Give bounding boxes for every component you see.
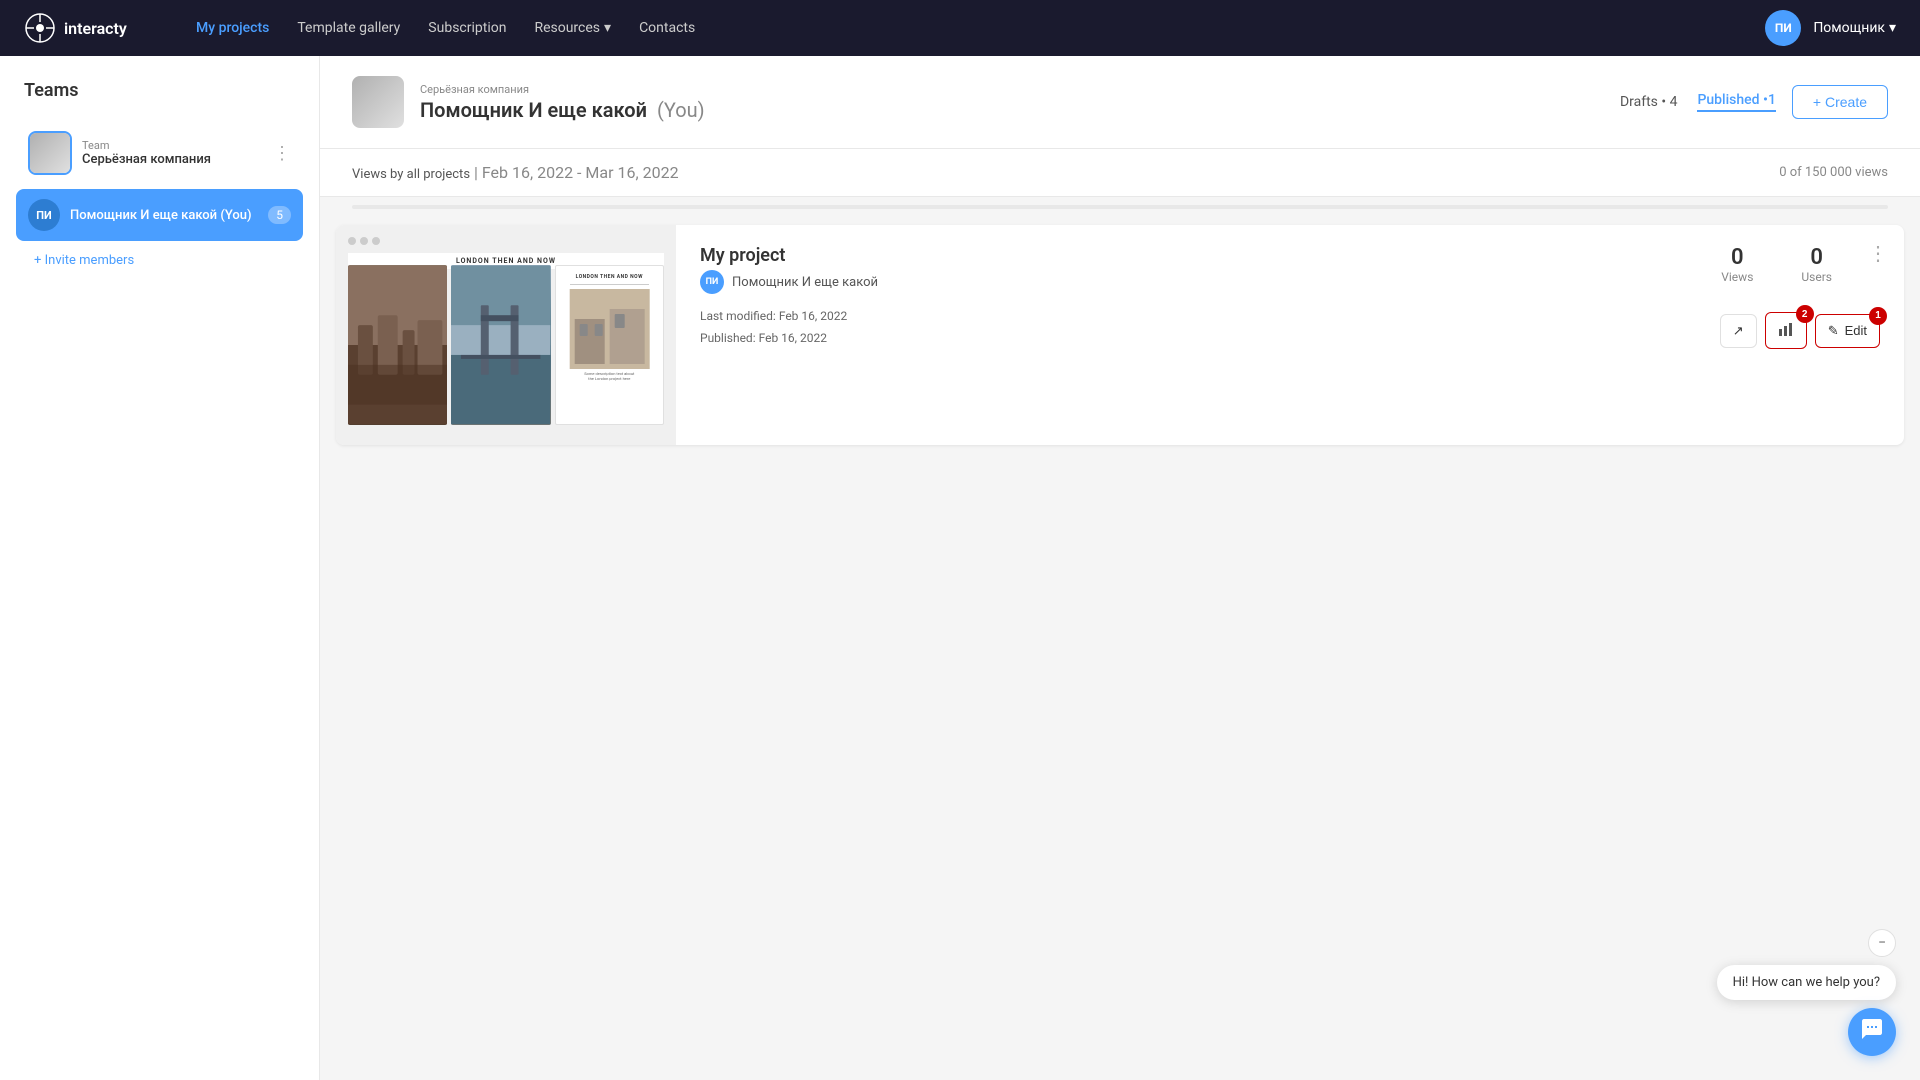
- project-org-avatar: [352, 76, 404, 128]
- views-count: 0 of 150 000 views: [1779, 165, 1888, 180]
- main-content: Серьёзная компания Помощник И еще какой …: [320, 56, 1920, 1080]
- project-stats: Drafts • 4 Published •1: [1620, 92, 1776, 112]
- user-avatar: ПИ: [1765, 10, 1801, 46]
- project-name-section: My project ПИ Помощник И еще какой: [700, 245, 878, 294]
- chat-close-button[interactable]: −: [1868, 929, 1896, 957]
- edit-icon: ✎: [1828, 323, 1839, 339]
- edit-badge: 1: [1869, 307, 1887, 325]
- owner-name: Помощник И еще какой: [732, 275, 878, 290]
- chat-open-button[interactable]: [1848, 1008, 1896, 1056]
- member-avatar: ПИ: [28, 199, 60, 231]
- thumb-image-2: [451, 265, 550, 425]
- project-meta: Серьёзная компания Помощник И еще какой …: [420, 83, 1604, 122]
- last-modified: Last modified: Feb 16, 2022: [700, 306, 847, 328]
- views-progress-bar: [352, 205, 1888, 209]
- team-name: Серьёзная компания: [82, 152, 263, 167]
- dot-3: [372, 237, 380, 245]
- edit-button[interactable]: ✎ Edit 1: [1815, 314, 1880, 348]
- nav-my-projects[interactable]: My projects: [196, 20, 269, 36]
- team-context-menu-icon[interactable]: ⋮: [273, 143, 291, 164]
- team-avatar: [28, 131, 72, 175]
- stat-drafts: Drafts • 4: [1620, 94, 1678, 110]
- chevron-down-icon: ▾: [604, 20, 611, 36]
- thumb-images: LONDON THEN AND NOW Some description tex…: [348, 265, 664, 425]
- sidebar-item-member[interactable]: ПИ Помощник И еще какой (You) 5: [16, 189, 303, 241]
- edit-label: Edit: [1845, 323, 1867, 338]
- dot-1: [348, 237, 356, 245]
- published-date: Published: Feb 16, 2022: [700, 328, 847, 350]
- dot-2: [360, 237, 368, 245]
- thumb-small-title: LONDON THEN AND NOW: [574, 272, 645, 282]
- project-info: My project ПИ Помощник И еще какой 0 Vie…: [676, 225, 1904, 445]
- project-actions: ↗ 2: [1720, 312, 1880, 349]
- project-info-header: My project ПИ Помощник И еще какой 0 Vie…: [700, 245, 1880, 294]
- nav-subscription[interactable]: Subscription: [428, 20, 506, 36]
- views-label: Views by all projects | Feb 16, 2022 - M…: [352, 163, 679, 182]
- navbar: interacty My projects Template gallery S…: [0, 0, 1920, 56]
- chat-widget: − Hi! How can we help you?: [1717, 929, 1896, 1056]
- project-dates: Last modified: Feb 16, 2022 Published: F…: [700, 306, 847, 349]
- project-owner: ПИ Помощник И еще какой: [700, 270, 878, 294]
- team-label: Team: [82, 139, 263, 152]
- thumb-caption: Some description text aboutthe London pr…: [584, 371, 634, 381]
- nav-links: My projects Template gallery Subscriptio…: [196, 20, 1733, 36]
- external-link-icon: ↗: [1733, 323, 1744, 339]
- card-context-menu[interactable]: ⋮: [1868, 241, 1888, 265]
- project-info-bottom: Last modified: Feb 16, 2022 Published: F…: [700, 306, 1880, 349]
- metric-views-label: Views: [1721, 270, 1753, 284]
- create-button[interactable]: + Create: [1792, 85, 1888, 119]
- metric-views: 0 Views: [1721, 245, 1753, 284]
- thumb-image-3: LONDON THEN AND NOW Some description tex…: [555, 265, 664, 425]
- views-date: | Feb 16, 2022 - Mar 16, 2022: [474, 163, 679, 182]
- nav-resources[interactable]: Resources ▾: [534, 20, 611, 36]
- sidebar-title: Teams: [16, 80, 303, 101]
- bar-chart-icon: [1778, 321, 1794, 340]
- messenger-icon: [1860, 1017, 1884, 1047]
- project-card: London Then and Now: [336, 225, 1904, 445]
- project-title: Помощник И еще какой (You): [420, 98, 1604, 122]
- thumb-image-1: [348, 265, 447, 425]
- stats-badge: 2: [1796, 305, 1814, 323]
- metric-users-value: 0: [1801, 245, 1832, 270]
- project-title-you: (You): [657, 98, 705, 122]
- team-info: Team Серьёзная компания: [82, 139, 263, 167]
- views-bar: Views by all projects | Feb 16, 2022 - M…: [320, 149, 1920, 197]
- sidebar: Teams Team Серьёзная компания ⋮ ПИ Помощ…: [0, 56, 320, 1080]
- member-count: 5: [268, 206, 291, 224]
- metric-views-value: 0: [1721, 245, 1753, 270]
- open-button[interactable]: ↗: [1720, 314, 1757, 348]
- project-name: My project: [700, 245, 878, 266]
- views-bar-wrapper: Views by all projects | Feb 16, 2022 - M…: [320, 149, 1920, 209]
- owner-avatar: ПИ: [700, 270, 724, 294]
- brand-name: interacty: [64, 19, 127, 38]
- brand-logo[interactable]: interacty: [24, 12, 164, 44]
- metric-users: 0 Users: [1801, 245, 1832, 284]
- stats-button[interactable]: 2: [1765, 312, 1807, 349]
- user-menu[interactable]: Помощник ▾: [1813, 20, 1896, 36]
- member-name: Помощник И еще какой (You): [70, 208, 258, 223]
- chat-bubble: Hi! How can we help you?: [1717, 965, 1896, 1000]
- metric-users-label: Users: [1801, 270, 1832, 284]
- main-layout: Teams Team Серьёзная компания ⋮ ПИ Помощ…: [0, 56, 1920, 1080]
- project-header: Серьёзная компания Помощник И еще какой …: [320, 56, 1920, 149]
- invite-members-button[interactable]: + Invite members: [16, 245, 303, 276]
- nav-template-gallery[interactable]: Template gallery: [297, 20, 400, 36]
- project-org: Серьёзная компания: [420, 83, 1604, 96]
- project-metrics: 0 Views 0 Users: [1721, 245, 1832, 284]
- nav-contacts[interactable]: Contacts: [639, 20, 695, 36]
- stat-published[interactable]: Published •1: [1697, 92, 1775, 112]
- chevron-down-icon-user: ▾: [1889, 20, 1896, 36]
- sidebar-item-team[interactable]: Team Серьёзная компания ⋮: [16, 121, 303, 185]
- nav-right: ПИ Помощник ▾: [1765, 10, 1896, 46]
- thumbnail-dots: [348, 237, 380, 245]
- project-thumbnail: London Then and Now: [336, 225, 676, 445]
